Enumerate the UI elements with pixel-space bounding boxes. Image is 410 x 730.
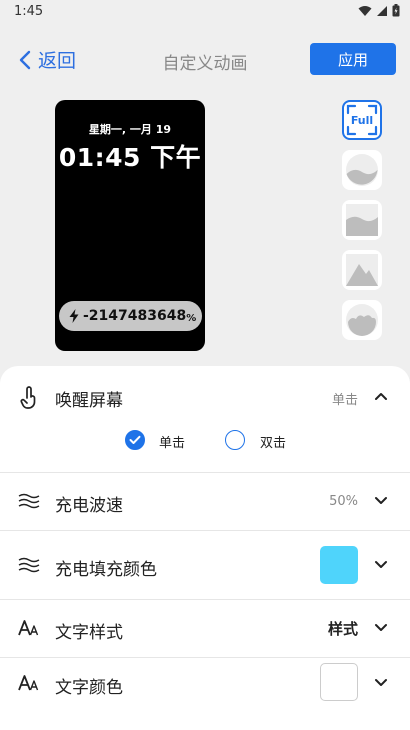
setting-charge-fill-color[interactable]: 充电填充颜色 bbox=[0, 531, 410, 599]
charge-fill-color-swatch[interactable] bbox=[320, 546, 358, 584]
chevron-left-icon bbox=[19, 50, 31, 69]
wave-icon bbox=[17, 489, 41, 513]
preview-time: 01:45 下午 bbox=[58, 143, 202, 172]
battery-icon bbox=[392, 4, 400, 17]
cloud-circle-icon bbox=[346, 304, 378, 336]
charge-fill-color-label: 充电填充颜色 bbox=[55, 560, 157, 580]
touch-icon bbox=[17, 385, 41, 409]
font-icon bbox=[17, 616, 41, 640]
top-bar: 返回 自定义动画 应用 bbox=[0, 38, 410, 82]
chevron-down-icon[interactable] bbox=[371, 491, 391, 511]
setting-wake-screen: 唤醒屏幕 单击 单击 双击 bbox=[0, 366, 410, 472]
font-icon bbox=[17, 671, 41, 695]
status-bar: 1:45 bbox=[0, 0, 410, 24]
settings-panel: 唤醒屏幕 单击 单击 双击 充电波速 50% 充电填充颜色 文字样式 样式 文字… bbox=[0, 366, 410, 730]
text-style-value: 样式 bbox=[327, 620, 358, 638]
chevron-down-icon[interactable] bbox=[371, 673, 391, 693]
text-color-label: 文字颜色 bbox=[55, 678, 123, 698]
setting-text-style[interactable]: 文字样式 样式 bbox=[0, 600, 410, 657]
preview-date: 星期一, 一月 19 bbox=[88, 123, 172, 136]
back-button[interactable]: 返回 bbox=[18, 46, 76, 73]
apply-button[interactable]: 应用 bbox=[310, 43, 396, 75]
wave-icon bbox=[17, 553, 41, 577]
text-color-swatch[interactable] bbox=[320, 663, 358, 701]
charge-wave-speed-value: 50% bbox=[329, 494, 358, 509]
style-option-square-wave[interactable] bbox=[342, 200, 382, 240]
style-option-mountain[interactable] bbox=[342, 250, 382, 290]
radio-single-tap[interactable] bbox=[125, 430, 145, 450]
back-label: 返回 bbox=[38, 50, 77, 72]
battery-pill: -2147483648 % bbox=[59, 301, 202, 331]
setting-charge-wave-speed[interactable]: 充电波速 50% bbox=[0, 473, 410, 530]
square-wave-icon bbox=[346, 204, 378, 236]
wake-screen-value: 单击 bbox=[331, 393, 358, 408]
radio-double-tap-label: 双击 bbox=[260, 436, 287, 451]
style-option-circle-wave[interactable] bbox=[342, 150, 382, 190]
chevron-down-icon[interactable] bbox=[371, 555, 391, 575]
status-time: 1:45 bbox=[14, 4, 44, 19]
fullscreen-frame-icon bbox=[346, 104, 378, 136]
wifi-icon bbox=[358, 5, 372, 16]
check-icon bbox=[129, 435, 141, 444]
charge-wave-speed-label: 充电波速 bbox=[55, 496, 123, 516]
style-option-full[interactable]: Full bbox=[342, 100, 382, 140]
battery-value: -2147483648 bbox=[83, 308, 187, 324]
battery-unit: % bbox=[186, 312, 197, 324]
wake-screen-label: 唤醒屏幕 bbox=[55, 391, 123, 411]
radio-double-tap[interactable] bbox=[225, 430, 245, 450]
lightning-icon bbox=[69, 309, 79, 323]
circle-wave-icon bbox=[346, 154, 378, 186]
mountain-icon bbox=[346, 254, 378, 286]
style-option-cloud-circle[interactable] bbox=[342, 300, 382, 340]
text-style-label: 文字样式 bbox=[55, 623, 123, 643]
lockscreen-preview: 星期一, 一月 19 01:45 下午 -2147483648 % bbox=[55, 100, 205, 351]
radio-single-tap-label: 单击 bbox=[159, 436, 186, 451]
status-icons bbox=[358, 4, 400, 17]
chevron-up-icon[interactable] bbox=[371, 386, 391, 406]
chevron-down-icon[interactable] bbox=[371, 618, 391, 638]
signal-icon bbox=[377, 5, 387, 16]
setting-text-color[interactable]: 文字颜色 bbox=[0, 658, 410, 730]
